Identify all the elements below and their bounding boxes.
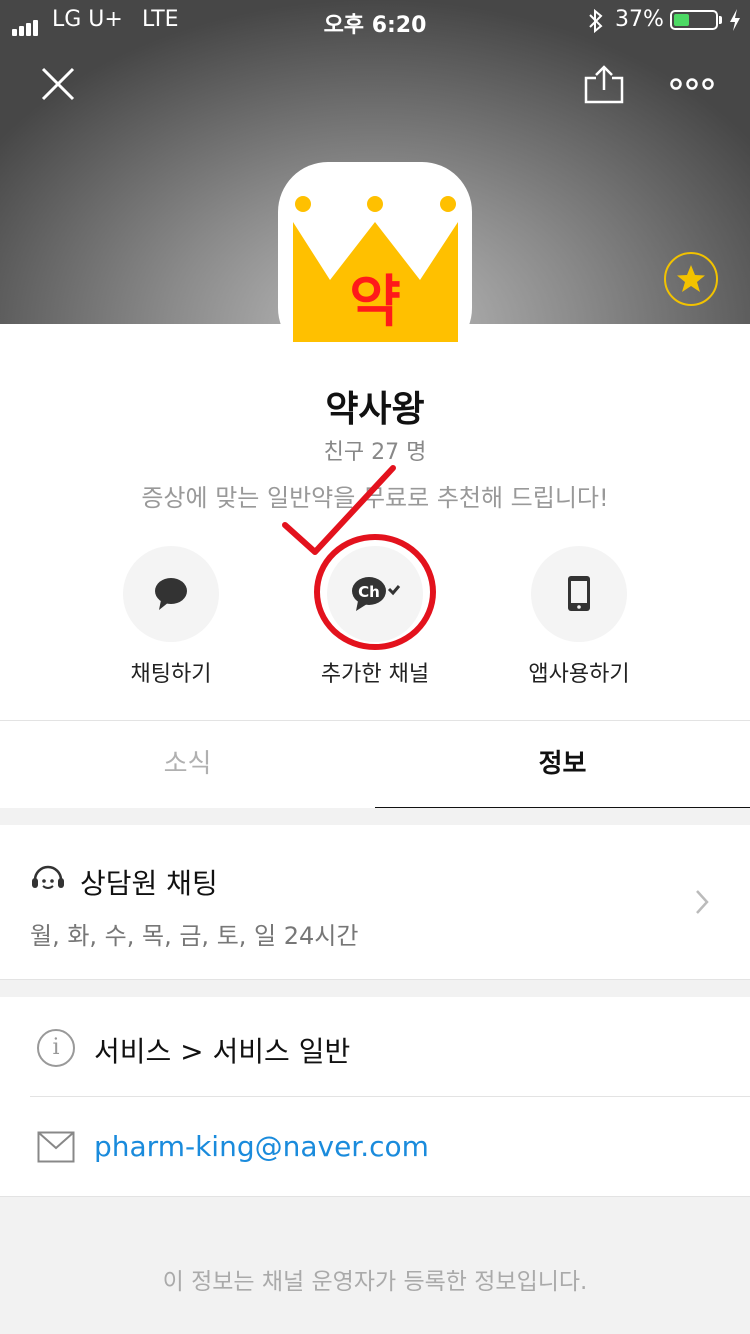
- close-icon[interactable]: [40, 66, 76, 102]
- annotation-check-circle: [282, 465, 436, 650]
- info-section: [0, 997, 750, 1197]
- battery-percent: 37%: [615, 7, 664, 32]
- tab-bar: 소식 정보: [0, 720, 750, 811]
- chat-button[interactable]: 채팅하기: [81, 546, 261, 688]
- email-link[interactable]: pharm-king@naver.com: [94, 1130, 429, 1163]
- counsel-chat-hours: 월, 화, 수, 목, 금, 토, 일 24시간: [30, 922, 359, 950]
- counsel-chat-row[interactable]: [0, 825, 750, 980]
- profile-logo: 약: [278, 162, 472, 358]
- mail-icon: [37, 1131, 75, 1167]
- use-app-button[interactable]: 앱사용하기: [489, 546, 669, 688]
- charging-icon: [728, 7, 742, 39]
- star-icon: [677, 265, 705, 292]
- service-category: 서비스 > 서비스 일반: [94, 1035, 351, 1068]
- chevron-right-icon: [694, 888, 710, 920]
- channel-name: 약사왕: [325, 389, 425, 430]
- tab-info[interactable]: 정보: [375, 721, 750, 811]
- section-gap-2: [0, 980, 750, 997]
- chat-button-label: 채팅하기: [130, 662, 212, 687]
- more-icon[interactable]: [670, 76, 714, 92]
- phone-icon: [568, 576, 590, 611]
- logo-text: 약: [349, 270, 401, 335]
- battery-cap: [719, 16, 722, 24]
- info-icon: i: [37, 1029, 75, 1067]
- battery-icon: [670, 10, 718, 30]
- headset-icon: [30, 862, 66, 898]
- chat-bubble-icon: [155, 578, 187, 610]
- tab-info-label: 정보: [538, 749, 587, 779]
- divider: [30, 1096, 750, 1097]
- bluetooth-icon: [586, 8, 606, 40]
- footer-note: 이 정보는 채널 운영자가 등록한 정보입니다.: [162, 1269, 588, 1295]
- section-gap: [0, 808, 750, 825]
- status-bar: LG U+ LTE 오후 6:20 37%: [0, 0, 750, 40]
- favorite-button[interactable]: [664, 252, 718, 306]
- tab-news[interactable]: 소식: [0, 721, 375, 807]
- added-channel-label: 추가한 채널: [320, 662, 430, 687]
- use-app-label: 앱사용하기: [528, 662, 630, 687]
- share-icon[interactable]: [584, 64, 624, 104]
- counsel-chat-title: 상담원 채팅: [80, 867, 218, 900]
